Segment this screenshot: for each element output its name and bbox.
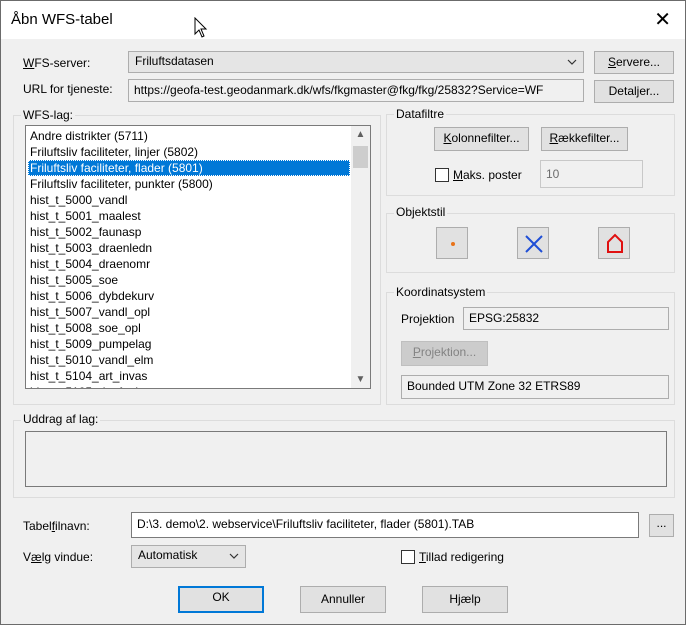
projection-button[interactable]: Projektion... <box>401 341 488 366</box>
layer-list-item[interactable]: hist_t_5001_maalest <box>28 208 350 224</box>
layer-list-item[interactable]: hist_t_5006_dybdekurv <box>28 288 350 304</box>
max-records-checkbox[interactable] <box>435 168 449 182</box>
layer-list-item[interactable]: hist_t_5003_draenledn <box>28 240 350 256</box>
coordinate-system-description-text: Bounded UTM Zone 32 ETRS89 <box>407 379 581 393</box>
chevron-down-icon <box>567 59 577 65</box>
ok-button[interactable]: OK <box>178 586 264 613</box>
scroll-down-icon[interactable]: ▼ <box>351 371 370 388</box>
table-filename-field[interactable]: D:\3. demo\2. webservice\Friluftsliv fac… <box>131 512 639 538</box>
layer-excerpt-area[interactable] <box>25 431 667 487</box>
window-title: Åbn WFS-tabel <box>11 11 113 28</box>
allow-edit-checkbox[interactable] <box>401 550 415 564</box>
allow-edit-label: Tillad redigering <box>419 550 504 564</box>
layer-list-item[interactable]: hist_t_5000_vandl <box>28 192 350 208</box>
wfs-layer-list[interactable]: Andre distrikter (5711) Friluftsliv facil… <box>25 125 371 389</box>
choose-window-select[interactable]: Automatisk <box>131 545 246 568</box>
wfs-server-value: Friluftsdatasen <box>135 54 214 68</box>
url-label: URL for tjeneste: <box>23 82 113 96</box>
layer-list-item[interactable]: hist_t_5005_soe <box>28 272 350 288</box>
cancel-button[interactable]: Annuller <box>300 586 386 613</box>
line-style-button[interactable] <box>517 227 549 259</box>
url-value: https://geofa-test.geodanmark.dk/wfs/fkg… <box>134 83 544 97</box>
coordinate-system-title: Koordinatsystem <box>394 285 488 299</box>
close-icon[interactable]: ✕ <box>654 7 671 32</box>
point-style-button[interactable] <box>436 227 468 259</box>
max-records-label: Maks. poster <box>453 168 522 182</box>
choose-window-label: Vælg vindue: <box>23 550 94 564</box>
choose-window-value: Automatisk <box>138 548 198 562</box>
projection-field: EPSG:25832 <box>463 307 669 330</box>
wfs-layers-label: WFS-lag: <box>21 108 76 122</box>
layer-list-item[interactable]: hist_t_5002_faunasp <box>28 224 350 240</box>
max-records-field[interactable]: 10 <box>540 160 643 188</box>
layer-list-scrollbar[interactable]: ▲ ▼ <box>351 126 370 388</box>
projection-label: Projektion <box>401 312 455 326</box>
coordinate-system-description: Bounded UTM Zone 32 ETRS89 <box>401 375 669 399</box>
layer-list-item[interactable]: Friluftsliv faciliteter, linjer (5802) <box>28 144 350 160</box>
cross-icon <box>525 235 543 253</box>
column-filter-button[interactable]: Kolonnefilter... <box>434 127 529 151</box>
details-button[interactable]: Detaljer... <box>594 80 674 103</box>
row-filter-button[interactable]: Rækkefilter... <box>541 127 628 151</box>
layer-list-item[interactable]: hist_t_5104_art_invas <box>28 368 350 384</box>
layer-list-item[interactable]: Friluftsliv faciliteter, flader (5801) <box>28 160 350 176</box>
wfs-server-select[interactable]: Friluftsdatasen <box>128 51 584 73</box>
data-filters-title: Datafiltre <box>394 107 447 121</box>
layer-list-item[interactable]: hist_t_5010_vandl_elm <box>28 352 350 368</box>
layer-list-item[interactable]: hist_t_5009_pumpelag <box>28 336 350 352</box>
dialog-window: Åbn WFS-tabel ✕ WFS-server: Friluftsdata… <box>0 0 686 625</box>
point-style-icon <box>451 242 455 246</box>
scroll-up-icon[interactable]: ▲ <box>351 126 370 143</box>
max-records-value: 10 <box>546 167 560 181</box>
region-shape-icon <box>607 233 623 253</box>
mouse-cursor-icon <box>194 17 208 38</box>
layer-items: Andre distrikter (5711) Friluftsliv facil… <box>28 128 350 388</box>
layer-list-item[interactable]: hist_t_5007_vandl_opl <box>28 304 350 320</box>
layer-list-item[interactable]: Andre distrikter (5711) <box>28 128 350 144</box>
title-bar[interactable]: Åbn WFS-tabel ✕ <box>1 1 685 39</box>
object-style-title: Objektstil <box>394 205 448 219</box>
table-filename-label: Tabelfilnavn: <box>23 519 90 533</box>
layer-list-item[interactable]: hist_t_5004_draenomr <box>28 256 350 272</box>
scroll-thumb[interactable] <box>353 146 368 168</box>
layer-list-item[interactable]: hist_t_5008_soe_opl <box>28 320 350 336</box>
chevron-down-icon <box>229 553 239 559</box>
table-filename-value: D:\3. demo\2. webservice\Friluftsliv fac… <box>137 517 475 531</box>
url-field[interactable]: https://geofa-test.geodanmark.dk/wfs/fkg… <box>128 79 584 102</box>
browse-button[interactable]: ... <box>649 514 674 537</box>
servers-button[interactable]: Servere... <box>594 51 674 74</box>
layer-list-item[interactable]: hist_t_5105_rig_fattig <box>28 384 350 388</box>
region-style-button[interactable] <box>598 227 630 259</box>
layer-list-item[interactable]: Friluftsliv faciliteter, punkter (5800) <box>28 176 350 192</box>
help-button[interactable]: Hjælp <box>422 586 508 613</box>
layer-excerpt-label: Uddrag af lag: <box>21 412 101 426</box>
wfs-server-label: WFS-server: <box>23 56 91 70</box>
projection-value: EPSG:25832 <box>469 311 540 325</box>
